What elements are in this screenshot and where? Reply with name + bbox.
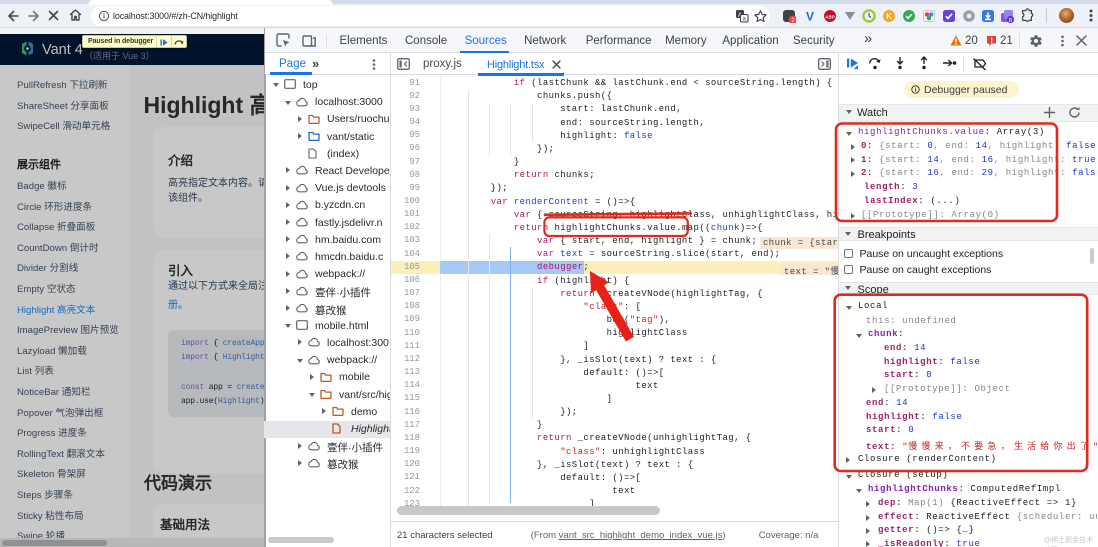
svg-text:ABP: ABP	[825, 14, 835, 19]
svg-text:K: K	[886, 12, 892, 21]
svg-text:V: V	[806, 10, 814, 24]
svg-text:B: B	[1009, 18, 1013, 23]
